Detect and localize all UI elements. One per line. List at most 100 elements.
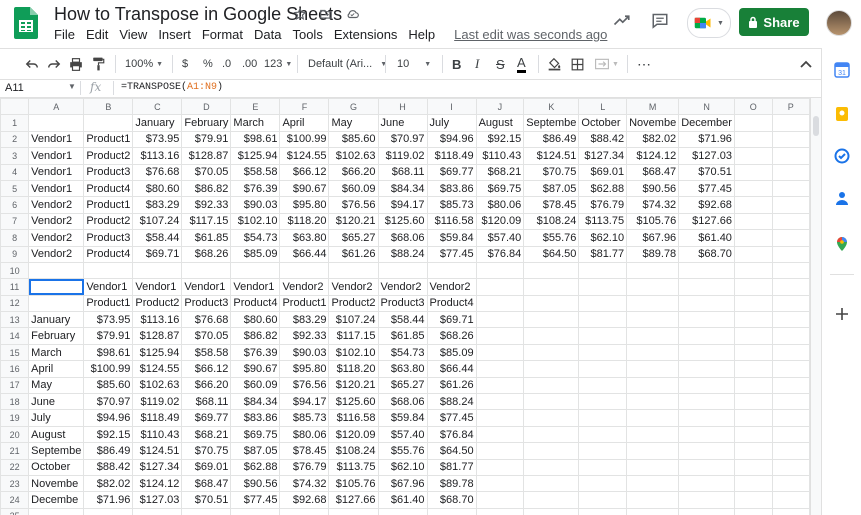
- cell-p23[interactable]: [771, 474, 810, 493]
- row-header[interactable]: 8: [0, 229, 30, 247]
- cell-f12[interactable]: Product1: [279, 294, 330, 313]
- row-header[interactable]: 9: [0, 245, 30, 263]
- cell-i17[interactable]: $61.26: [426, 376, 477, 395]
- cell-p16[interactable]: [771, 360, 810, 378]
- cell-j11[interactable]: [475, 278, 525, 296]
- column-header-c[interactable]: C: [132, 98, 183, 116]
- cell-d1[interactable]: February: [181, 114, 232, 132]
- cell-l9[interactable]: $81.77: [578, 245, 628, 263]
- row-header[interactable]: 11: [0, 278, 30, 296]
- cell-a12[interactable]: [28, 294, 85, 313]
- cell-n4[interactable]: $70.51: [678, 163, 735, 181]
- cell-l17[interactable]: [578, 376, 628, 395]
- cell-h24[interactable]: $61.40: [377, 491, 428, 509]
- cell-b2[interactable]: Product1: [83, 130, 134, 149]
- cell-i11[interactable]: Vendor2: [426, 278, 477, 296]
- row-header[interactable]: 17: [0, 376, 30, 395]
- strikethrough-button[interactable]: S: [496, 55, 505, 73]
- cell-p7[interactable]: [771, 212, 810, 231]
- cell-e14[interactable]: $86.82: [230, 327, 281, 345]
- cell-k25[interactable]: [523, 507, 580, 515]
- cell-o13[interactable]: [733, 311, 773, 329]
- cell-k21[interactable]: [523, 442, 580, 460]
- cell-c10[interactable]: [132, 261, 183, 280]
- cell-m1[interactable]: Novembe: [626, 114, 680, 132]
- cell-h8[interactable]: $68.06: [377, 229, 428, 247]
- column-header-e[interactable]: E: [230, 98, 281, 116]
- cell-h14[interactable]: $61.85: [377, 327, 428, 345]
- currency-format-button[interactable]: $: [182, 55, 188, 73]
- cell-p10[interactable]: [771, 261, 810, 280]
- cell-o25[interactable]: [733, 507, 773, 515]
- formula-input[interactable]: =TRANSPOSE(A1:N9): [121, 82, 223, 93]
- cell-b18[interactable]: $70.97: [83, 393, 134, 411]
- cell-m8[interactable]: $67.96: [626, 229, 680, 247]
- cell-o16[interactable]: [733, 360, 773, 378]
- cell-k4[interactable]: $70.75: [523, 163, 580, 181]
- cell-j12[interactable]: [475, 294, 525, 313]
- cell-h17[interactable]: $65.27: [377, 376, 428, 395]
- cell-c16[interactable]: $124.55: [132, 360, 183, 378]
- column-header-n[interactable]: N: [678, 98, 735, 116]
- cell-i10[interactable]: [426, 261, 477, 280]
- cell-j22[interactable]: [475, 458, 525, 476]
- cell-j16[interactable]: [475, 360, 525, 378]
- cell-k22[interactable]: [523, 458, 580, 476]
- font-select[interactable]: Default (Ari... ▼: [308, 55, 387, 73]
- row-header[interactable]: 24: [0, 491, 30, 509]
- cell-k24[interactable]: [523, 491, 580, 509]
- cell-n17[interactable]: [678, 376, 735, 395]
- cell-f17[interactable]: $76.56: [279, 376, 330, 395]
- cell-k5[interactable]: $87.05: [523, 179, 580, 198]
- cell-d12[interactable]: Product3: [181, 294, 232, 313]
- cell-j15[interactable]: [475, 343, 525, 362]
- cell-j14[interactable]: [475, 327, 525, 345]
- cell-g11[interactable]: Vendor2: [328, 278, 379, 296]
- cell-n22[interactable]: [678, 458, 735, 476]
- cell-l14[interactable]: [578, 327, 628, 345]
- row-header[interactable]: 4: [0, 163, 30, 181]
- cell-c14[interactable]: $128.87: [132, 327, 183, 345]
- cell-j10[interactable]: [475, 261, 525, 280]
- cell-n12[interactable]: [678, 294, 735, 313]
- column-header-k[interactable]: K: [523, 98, 580, 116]
- cell-k10[interactable]: [523, 261, 580, 280]
- cell-o9[interactable]: [733, 245, 773, 263]
- cell-i12[interactable]: Product4: [426, 294, 477, 313]
- cell-g15[interactable]: $102.10: [328, 343, 379, 362]
- cell-n19[interactable]: [678, 409, 735, 427]
- more-options-icon[interactable]: ⋯: [637, 55, 652, 73]
- row-header[interactable]: 20: [0, 425, 30, 444]
- cell-a24[interactable]: Decembe: [28, 491, 85, 509]
- cell-d11[interactable]: Vendor1: [181, 278, 232, 296]
- select-all-corner[interactable]: [0, 98, 30, 116]
- cell-o3[interactable]: [733, 147, 773, 165]
- cell-b11[interactable]: Vendor1: [83, 278, 134, 296]
- cell-n13[interactable]: [678, 311, 735, 329]
- row-header[interactable]: 18: [0, 393, 30, 411]
- cell-i25[interactable]: [426, 507, 477, 515]
- cell-j25[interactable]: [475, 507, 525, 515]
- row-header[interactable]: 13: [0, 311, 30, 329]
- cell-h23[interactable]: $67.96: [377, 474, 428, 493]
- cell-p12[interactable]: [771, 294, 810, 313]
- cell-g3[interactable]: $102.63: [328, 147, 379, 165]
- cell-e19[interactable]: $83.86: [230, 409, 281, 427]
- cell-j1[interactable]: August: [475, 114, 525, 132]
- row-header[interactable]: 15: [0, 343, 30, 362]
- cell-g12[interactable]: Product2: [328, 294, 379, 313]
- row-header[interactable]: 25: [0, 507, 30, 515]
- cell-l1[interactable]: October: [578, 114, 628, 132]
- cell-b16[interactable]: $100.99: [83, 360, 134, 378]
- borders-icon[interactable]: [571, 55, 584, 73]
- cell-a20[interactable]: August: [28, 425, 85, 444]
- menu-extensions[interactable]: Extensions: [334, 27, 398, 42]
- cell-m10[interactable]: [626, 261, 680, 280]
- cell-n8[interactable]: $61.40: [678, 229, 735, 247]
- cell-i4[interactable]: $69.77: [426, 163, 477, 181]
- cell-j18[interactable]: [475, 393, 525, 411]
- menu-tools[interactable]: Tools: [292, 27, 322, 42]
- cell-a8[interactable]: Vendor2: [28, 229, 85, 247]
- chevron-down-icon[interactable]: ▼: [68, 82, 76, 91]
- cell-h19[interactable]: $59.84: [377, 409, 428, 427]
